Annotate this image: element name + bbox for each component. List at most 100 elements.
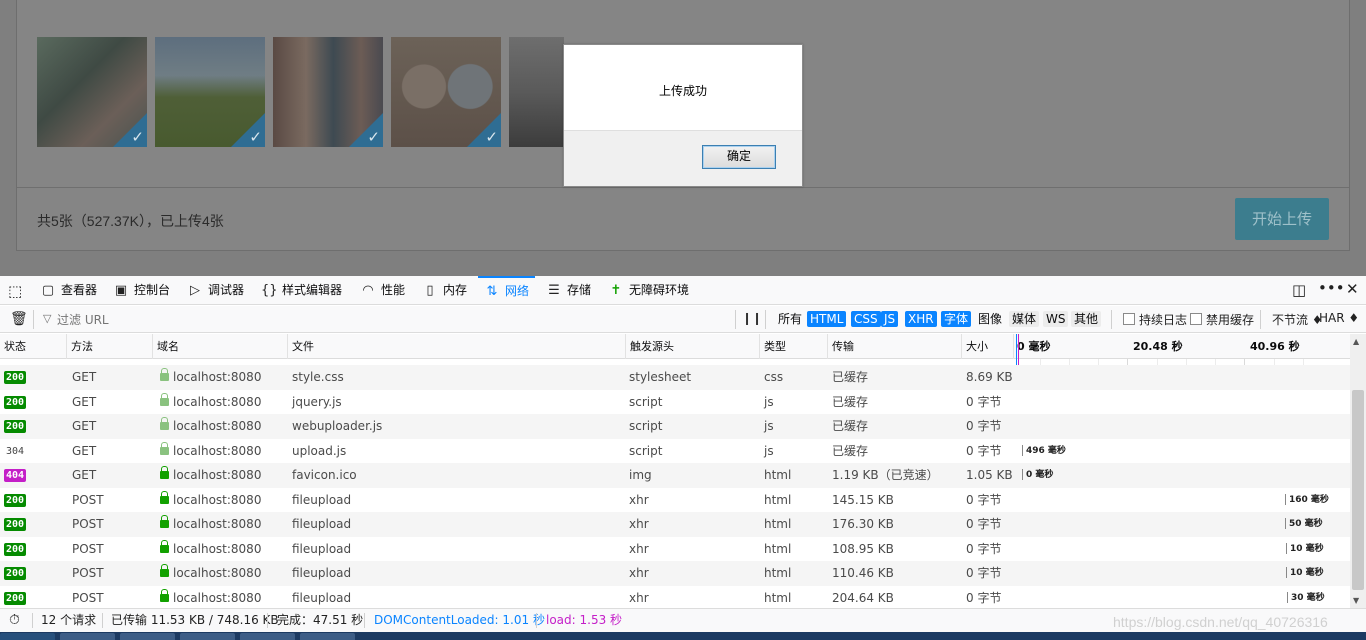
vertical-scrollbar[interactable]: ▲ ▼ bbox=[1350, 334, 1366, 608]
taskbar-item[interactable] bbox=[60, 633, 115, 640]
image-thumbnail[interactable]: ✓ bbox=[391, 37, 501, 147]
filter-css-button[interactable]: CSS bbox=[851, 311, 881, 327]
tab-network[interactable]: ⇅ 网络 bbox=[478, 276, 536, 304]
method: GET bbox=[72, 370, 97, 384]
column-file[interactable]: 文件 bbox=[288, 334, 626, 359]
column-transferred[interactable]: 传输 bbox=[828, 334, 962, 359]
start-button[interactable] bbox=[0, 633, 55, 640]
filter-fonts-button[interactable]: 字体 bbox=[941, 311, 972, 327]
filter-url-input[interactable] bbox=[39, 309, 729, 330]
request-table-header: 状态 方法 域名 文件 触发源头 类型 传输 大小 0 毫秒 20.48 秒 4… bbox=[0, 334, 1350, 359]
timing-bar bbox=[1286, 567, 1287, 578]
filter-other-button[interactable]: 其他 bbox=[1071, 311, 1102, 327]
timing-bar bbox=[1022, 469, 1023, 480]
request-row[interactable]: 200 POST localhost:8080 fileupload xhr html 10… bbox=[0, 536, 1350, 561]
request-row[interactable]: 200 GET localhost:8080 jquery.js script js 已缓存… bbox=[0, 389, 1350, 414]
request-row[interactable]: 404 GET localhost:8080 favicon.ico img html 1.… bbox=[0, 463, 1350, 488]
filter-media-button[interactable]: 媒体 bbox=[1009, 311, 1040, 327]
column-domain[interactable]: 域名 bbox=[153, 334, 288, 359]
taskbar-item[interactable] bbox=[240, 633, 295, 640]
timing-label: 50 毫秒 bbox=[1285, 512, 1323, 536]
request-row[interactable]: 304 GET localhost:8080 upload.js script js 已缓存… bbox=[0, 438, 1350, 463]
taskbar-item[interactable] bbox=[180, 633, 235, 640]
column-status[interactable]: 状态 bbox=[0, 334, 67, 359]
request-row[interactable]: 200 GET localhost:8080 style.css stylesheet c… bbox=[0, 365, 1350, 390]
element-picker-icon[interactable]: ⬚ bbox=[8, 282, 22, 300]
close-icon[interactable]: ✕ bbox=[1346, 280, 1359, 298]
request-row[interactable]: 200 GET localhost:8080 webuploader.js script… bbox=[0, 414, 1350, 439]
dock-icon[interactable]: ◫ bbox=[1292, 281, 1306, 299]
type: js bbox=[764, 443, 774, 458]
method: POST bbox=[72, 566, 104, 580]
tab-style-editor[interactable]: {} 样式编辑器 bbox=[261, 276, 342, 304]
clear-icon[interactable]: 🗑 bbox=[10, 311, 28, 327]
domain: localhost:8080 bbox=[160, 439, 261, 463]
status-badge: 200 bbox=[4, 395, 27, 409]
request-row[interactable]: 200 POST localhost:8080 fileupload xhr html 14… bbox=[0, 487, 1350, 512]
size: 0 字节 bbox=[966, 541, 1002, 556]
accessibility-icon: ✝ bbox=[610, 283, 622, 298]
domain-text: localhost:8080 bbox=[173, 492, 262, 507]
lock-icon bbox=[160, 490, 169, 504]
image-thumbnail[interactable]: ✓ bbox=[155, 37, 265, 147]
ok-button[interactable]: 确定 bbox=[702, 145, 776, 169]
status-badge: 200 bbox=[4, 542, 27, 556]
type: html bbox=[764, 566, 792, 580]
size: 1.05 KB bbox=[966, 468, 1013, 482]
column-cause[interactable]: 触发源头 bbox=[626, 334, 760, 359]
filter-all-button[interactable]: 所有 bbox=[775, 311, 805, 327]
tab-performance[interactable]: ◠ 性能 bbox=[360, 276, 405, 304]
transferred: 108.95 KB bbox=[832, 541, 894, 556]
scrollbar-thumb[interactable] bbox=[1352, 390, 1364, 590]
column-size[interactable]: 大小 bbox=[962, 334, 1014, 359]
tab-accessibility[interactable]: ✝ 无障碍环境 bbox=[608, 276, 689, 304]
file: upload.js bbox=[292, 443, 347, 458]
image-thumbnail[interactable]: ✓ bbox=[273, 37, 383, 147]
performance-analysis-icon[interactable]: ⏱ bbox=[9, 609, 20, 632]
transferred: 176.30 KB bbox=[832, 517, 894, 531]
timeline-tick: 40.96 秒 bbox=[1250, 340, 1300, 353]
image-thumbnail[interactable]: ✓ bbox=[37, 37, 147, 147]
cause: xhr bbox=[629, 590, 649, 605]
tab-label: 网络 bbox=[505, 284, 530, 298]
devtools-toolbar: ⬚ ▢ 查看器 ▣ 控制台 ▷ 调试器 {} 样式编辑器 ◠ 性能 ▯ 内存 ⇅ 网络 ☰ 存储… bbox=[0, 276, 1366, 305]
request-row[interactable]: 200 POST localhost:8080 fileupload xhr html 20… bbox=[0, 585, 1350, 608]
scroll-down-icon[interactable]: ▼ bbox=[1353, 596, 1359, 605]
tab-storage[interactable]: ☰ 存储 bbox=[546, 276, 591, 304]
filter-ws-button[interactable]: WS bbox=[1043, 311, 1069, 327]
tab-debugger[interactable]: ▷ 调试器 bbox=[187, 276, 244, 304]
dom-content-loaded-time: DOMContentLoaded: 1.01 秒 bbox=[374, 613, 545, 627]
pause-icon[interactable]: ❙❙ bbox=[742, 311, 762, 325]
filter-js-button[interactable]: JS bbox=[881, 311, 899, 327]
request-row[interactable]: 200 POST localhost:8080 fileupload xhr html 17… bbox=[0, 512, 1350, 537]
filter-html-button[interactable]: HTML bbox=[807, 311, 847, 327]
throttle-select[interactable]: 不节流 ♦ bbox=[1272, 311, 1323, 328]
method: POST bbox=[72, 590, 104, 605]
method: POST bbox=[72, 492, 104, 507]
domain-text: localhost:8080 bbox=[173, 541, 262, 556]
timing-label: 10 毫秒 bbox=[1286, 561, 1324, 585]
tab-label: 样式编辑器 bbox=[282, 283, 343, 297]
network-icon: ⇅ bbox=[486, 284, 498, 299]
filter-images-button[interactable]: 图像 bbox=[975, 311, 1005, 327]
lock-icon bbox=[160, 588, 169, 602]
taskbar-item[interactable] bbox=[120, 633, 175, 640]
scroll-up-icon[interactable]: ▲ bbox=[1353, 337, 1359, 346]
more-options-icon[interactable]: ••• bbox=[1318, 279, 1345, 297]
status-badge: 404 bbox=[4, 469, 27, 482]
type: js bbox=[764, 394, 774, 409]
column-method[interactable]: 方法 bbox=[67, 334, 153, 359]
tab-inspector[interactable]: ▢ 查看器 bbox=[40, 276, 97, 304]
tab-memory[interactable]: ▯ 内存 bbox=[422, 276, 467, 304]
start-upload-button[interactable]: 开始上传 bbox=[1235, 198, 1329, 240]
har-menu[interactable]: HAR ♦ bbox=[1319, 311, 1359, 325]
disable-cache-checkbox[interactable] bbox=[1190, 313, 1202, 325]
image-thumbnail[interactable] bbox=[509, 37, 564, 147]
taskbar-item[interactable] bbox=[300, 633, 355, 640]
watermark: https://blog.csdn.net/qq_40726316 bbox=[1113, 614, 1328, 630]
column-type[interactable]: 类型 bbox=[760, 334, 828, 359]
filter-xhr-button[interactable]: XHR bbox=[905, 311, 937, 327]
request-row[interactable]: 200 POST localhost:8080 fileupload xhr html 11… bbox=[0, 561, 1350, 586]
tab-console[interactable]: ▣ 控制台 bbox=[113, 276, 170, 304]
persist-logs-checkbox[interactable] bbox=[1123, 313, 1135, 325]
